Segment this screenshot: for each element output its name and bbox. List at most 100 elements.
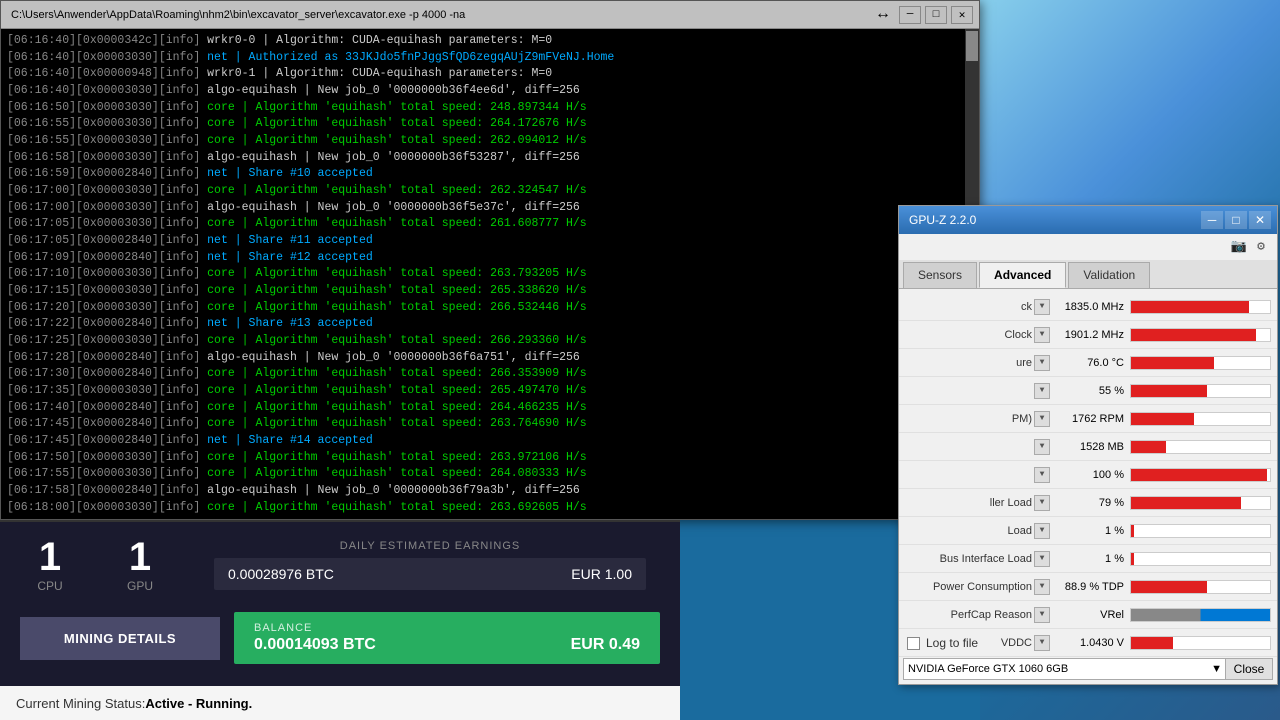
sensor-dropdown[interactable]: ▼ xyxy=(1034,467,1050,483)
sensor-dropdown[interactable]: ▼ xyxy=(1034,551,1050,567)
mining-details-button[interactable]: MINING DETAILS xyxy=(20,617,220,660)
sensor-name: ller Load xyxy=(905,497,1032,509)
balance-label: BALANCE xyxy=(254,622,640,634)
sensor-bar xyxy=(1131,385,1207,397)
terminal-line: [06:17:50][0x00003030][info] core | Algo… xyxy=(7,450,973,467)
sensor-dropdown[interactable]: ▼ xyxy=(1034,607,1050,623)
terminal-line: [06:17:22][0x00002840][info] net | Share… xyxy=(7,316,973,333)
cpu-label: CPU xyxy=(37,579,62,593)
sensor-value: VRel xyxy=(1050,609,1130,621)
sensor-value: 55 % xyxy=(1050,385,1130,397)
gpuz-close-button[interactable]: ✕ xyxy=(1249,211,1271,229)
sensor-dropdown[interactable]: ▼ xyxy=(1034,327,1050,343)
sensor-name-container: Power Consumption▼ xyxy=(905,579,1050,595)
gpuz-settings-icon[interactable]: ⚙ xyxy=(1251,236,1271,256)
terminal-line: [06:17:28][0x00002840][info] algo-equiha… xyxy=(7,350,973,367)
terminal-titlebar: C:\Users\Anwender\AppData\Roaming\nhm2\b… xyxy=(1,1,979,29)
sensor-bar-container xyxy=(1130,496,1271,510)
status-text: Active - Running. xyxy=(145,696,252,711)
sensor-bar-container xyxy=(1130,580,1271,594)
terminal-line: [06:18:00][0x00003030][info] core | Algo… xyxy=(7,500,973,517)
sensor-bar xyxy=(1131,525,1134,537)
gpuz-minimize-button[interactable]: ─ xyxy=(1201,211,1223,229)
terminal-line: [06:17:45][0x00002840][info] core | Algo… xyxy=(7,416,973,433)
gpuz-tabs: Sensors Advanced Validation xyxy=(899,260,1277,289)
sensor-name: Bus Interface Load xyxy=(905,553,1032,565)
terminal-line: [06:17:09][0x00002840][info] net | Share… xyxy=(7,250,973,267)
terminal-line: [06:16:40][0x00003030][info] net | Autho… xyxy=(7,50,973,67)
terminal-line: [06:17:45][0x00002840][info] net | Share… xyxy=(7,433,973,450)
sensor-bar xyxy=(1131,609,1270,621)
sensor-dropdown[interactable]: ▼ xyxy=(1034,383,1050,399)
sensor-name-container: ck▼ xyxy=(905,299,1050,315)
sensor-value: 1762 RPM xyxy=(1050,413,1130,425)
sensor-name-container: ▼ xyxy=(905,467,1050,483)
terminal-line: [06:17:30][0x00002840][info] core | Algo… xyxy=(7,366,973,383)
terminal-line: [06:16:40][0x00003030][info] algo-equiha… xyxy=(7,83,973,100)
sensor-dropdown[interactable]: ▼ xyxy=(1034,439,1050,455)
sensor-name-container: Bus Interface Load▼ xyxy=(905,551,1050,567)
sensor-dropdown[interactable]: ▼ xyxy=(1034,411,1050,427)
sensor-name-container: ure▼ xyxy=(905,355,1050,371)
terminal-controls: ↔ ─ □ ✕ xyxy=(875,6,973,24)
sensor-row: Clock▼1901.2 MHz xyxy=(899,321,1277,349)
terminal-line: [06:16:50][0x00003030][info] core | Algo… xyxy=(7,100,973,117)
terminal-close-button[interactable]: ✕ xyxy=(951,6,973,24)
sensor-row: ller Load▼79 % xyxy=(899,489,1277,517)
gpuz-tab-advanced[interactable]: Advanced xyxy=(979,262,1066,288)
sensor-dropdown[interactable]: ▼ xyxy=(1034,355,1050,371)
gpuz-restore-button[interactable]: □ xyxy=(1225,211,1247,229)
terminal-line: [06:16:59][0x00002840][info] net | Share… xyxy=(7,166,973,183)
gpuz-window: GPU-Z 2.2.0 ─ □ ✕ 📷 ⚙ Sensors Advanced V… xyxy=(898,205,1278,685)
sensor-bar-container xyxy=(1130,384,1271,398)
terminal-line: [06:17:58][0x00002840][info] algo-equiha… xyxy=(7,483,973,500)
earnings-label: DAILY ESTIMATED EARNINGS xyxy=(214,540,646,552)
terminal-line: [06:16:40][0x00000948][info] wrkr0-1 | A… xyxy=(7,66,973,83)
gpuz-camera-icon[interactable]: 📷 xyxy=(1229,236,1249,256)
gpuz-gpu-select[interactable]: NVIDIA GeForce GTX 1060 6GB ▼ xyxy=(903,658,1227,680)
sensor-dropdown[interactable]: ▼ xyxy=(1034,523,1050,539)
sensor-dropdown[interactable]: ▼ xyxy=(1034,579,1050,595)
terminal-line: [06:17:05][0x00002840][info] net | Share… xyxy=(7,233,973,250)
sensor-bar-container xyxy=(1130,356,1271,370)
gpuz-icon-row: 📷 ⚙ xyxy=(1227,234,1273,258)
gpuz-close-bottom-button[interactable]: Close xyxy=(1225,658,1273,680)
gpuz-controls: ─ □ ✕ xyxy=(1201,211,1271,229)
sensor-bar-container xyxy=(1130,468,1271,482)
gpuz-log-checkbox[interactable] xyxy=(907,637,920,650)
status-bar: Current Mining Status: Active - Running. xyxy=(0,686,680,720)
sensor-row: ▼55 % xyxy=(899,377,1277,405)
earnings-box: DAILY ESTIMATED EARNINGS 0.00028976 BTC … xyxy=(200,532,660,598)
terminal-line: [06:17:55][0x00003030][info] core | Algo… xyxy=(7,466,973,483)
sensor-dropdown[interactable]: ▼ xyxy=(1034,495,1050,511)
sensor-name-container: PM)▼ xyxy=(905,411,1050,427)
cpu-count: 1 xyxy=(39,537,61,577)
sensor-name: Clock xyxy=(905,329,1032,341)
scrollbar-thumb[interactable] xyxy=(966,31,978,61)
terminal-restore-button[interactable]: □ xyxy=(925,6,947,24)
earnings-btc: 0.00028976 BTC xyxy=(228,566,334,582)
balance-box: BALANCE 0.00014093 BTC EUR 0.49 xyxy=(234,612,660,664)
sensor-row: PM)▼1762 RPM xyxy=(899,405,1277,433)
sensor-bar-container xyxy=(1130,412,1271,426)
gpuz-tab-sensors[interactable]: Sensors xyxy=(903,262,977,288)
earnings-row: 0.00028976 BTC EUR 1.00 xyxy=(214,558,646,590)
gpuz-tab-validation[interactable]: Validation xyxy=(1068,262,1150,288)
balance-eur: EUR 0.49 xyxy=(571,636,640,654)
gpuz-footer: Log to file xyxy=(899,632,1277,654)
terminal-minimize-button[interactable]: ─ xyxy=(899,6,921,24)
terminal-line: [06:17:20][0x00003030][info] core | Algo… xyxy=(7,300,973,317)
mining-stats: 1 CPU 1 GPU DAILY ESTIMATED EARNINGS 0.0… xyxy=(0,522,680,608)
sensor-row: Bus Interface Load▼1 % xyxy=(899,545,1277,573)
sensor-row: Load▼1 % xyxy=(899,517,1277,545)
sensor-bar xyxy=(1131,413,1194,425)
gpuz-titlebar: GPU-Z 2.2.0 ─ □ ✕ xyxy=(899,206,1277,234)
terminal-line: [06:16:55][0x00003030][info] core | Algo… xyxy=(7,133,973,150)
sensor-value: 88.9 % TDP xyxy=(1050,581,1130,593)
sensor-name: ck xyxy=(905,301,1032,313)
sensor-dropdown[interactable]: ▼ xyxy=(1034,299,1050,315)
terminal-line: [06:17:00][0x00003030][info] core | Algo… xyxy=(7,183,973,200)
terminal-line: [06:17:15][0x00003030][info] core | Algo… xyxy=(7,283,973,300)
sensor-value: 1901.2 MHz xyxy=(1050,329,1130,341)
gpuz-gpu-name: NVIDIA GeForce GTX 1060 6GB xyxy=(908,663,1068,675)
